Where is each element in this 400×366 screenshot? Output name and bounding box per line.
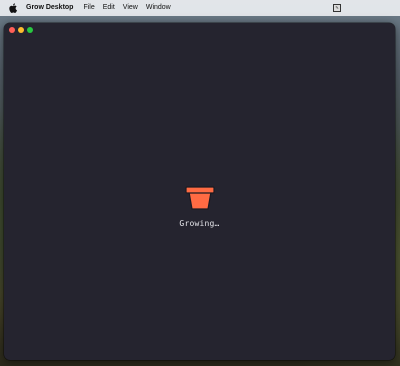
menu-bar: Grow Desktop File Edit View Window ✎ xyxy=(0,0,400,16)
close-button[interactable] xyxy=(9,27,15,33)
flower-pot-icon xyxy=(184,186,215,210)
loading-indicator: Growing… xyxy=(4,186,395,228)
menu-edit[interactable]: Edit xyxy=(103,0,115,16)
menu-window[interactable]: Window xyxy=(146,0,171,16)
zoom-button[interactable] xyxy=(27,27,33,33)
input-menu-icon[interactable]: ✎ xyxy=(333,4,341,12)
loading-text: Growing… xyxy=(179,219,220,228)
menu-view[interactable]: View xyxy=(123,0,138,16)
window-controls xyxy=(9,27,33,33)
menu-app-name[interactable]: Grow Desktop xyxy=(26,0,73,16)
apple-icon[interactable] xyxy=(8,3,17,13)
app-window: Growing… xyxy=(4,23,395,360)
minimize-button[interactable] xyxy=(18,27,24,33)
menu-file[interactable]: File xyxy=(83,0,94,16)
